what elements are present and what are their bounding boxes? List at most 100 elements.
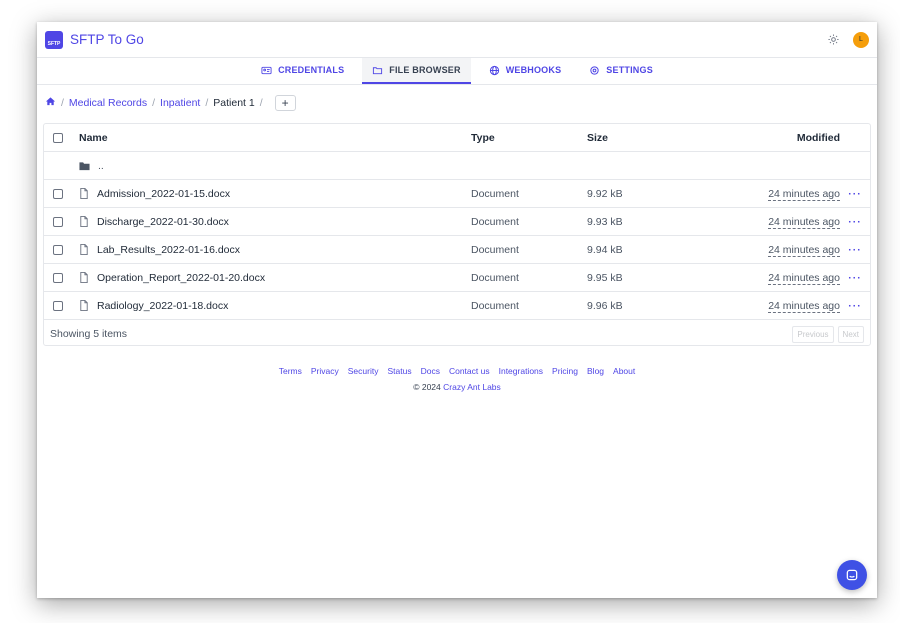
file-size: 9.96 kB	[587, 299, 623, 312]
file-modified: 24 minutes ago	[768, 271, 840, 285]
parent-directory-label: ..	[98, 159, 104, 172]
table-row[interactable]: Lab_Results_2022-01-16.docx Document 9.9…	[44, 236, 870, 264]
top-bar: SFTP SFTP To Go L	[37, 22, 877, 58]
chat-launcher-button[interactable]	[837, 560, 867, 590]
row-actions-button[interactable]: ···	[840, 300, 870, 312]
column-header-name[interactable]: Name	[79, 132, 471, 144]
document-icon	[80, 272, 88, 283]
footer-link-terms[interactable]: Terms	[279, 366, 302, 376]
select-all-checkbox[interactable]	[53, 132, 63, 143]
items-count: Showing 5 items	[50, 328, 128, 340]
file-type: Document	[471, 243, 519, 256]
table-footer: Showing 5 items Previous Next	[44, 320, 870, 348]
tab-label: CREDENTIALS	[278, 65, 345, 75]
breadcrumb-inpatient[interactable]: Inpatient	[160, 97, 200, 109]
tab-settings[interactable]: SETTINGS	[579, 58, 663, 84]
footer-link-integrations[interactable]: Integrations	[499, 366, 543, 376]
file-modified: 24 minutes ago	[768, 299, 840, 313]
parent-directory-row[interactable]: ..	[44, 152, 870, 180]
row-checkbox[interactable]	[53, 272, 63, 283]
breadcrumb-current: Patient 1	[213, 97, 255, 109]
file-modified: 24 minutes ago	[768, 215, 840, 229]
breadcrumb: / Medical Records / Inpatient / Patient …	[37, 85, 877, 121]
copyright-prefix: © 2024	[413, 382, 441, 392]
footer-link-privacy[interactable]: Privacy	[311, 366, 339, 376]
tab-file-browser[interactable]: FILE BROWSER	[362, 58, 471, 84]
tab-credentials[interactable]: CREDENTIALS	[251, 58, 354, 84]
document-icon	[80, 216, 88, 227]
file-type: Document	[471, 271, 519, 284]
gear-icon	[590, 65, 599, 75]
app-window: SFTP SFTP To Go L CREDENTIALS FILE BROWS…	[37, 22, 877, 598]
row-actions-button[interactable]: ···	[840, 272, 870, 284]
next-button[interactable]: Next	[837, 325, 864, 343]
row-checkbox[interactable]	[53, 188, 63, 199]
app-title[interactable]: SFTP To Go	[70, 32, 144, 47]
table-row[interactable]: Discharge_2022-01-30.docx Document 9.93 …	[44, 208, 870, 236]
footer-link-security[interactable]: Security	[348, 366, 379, 376]
company-link[interactable]: Crazy Ant Labs	[443, 382, 501, 392]
file-table: Name Type Size Modified .. Admission_202…	[43, 123, 871, 346]
pagination: Previous Next	[792, 325, 864, 343]
table-header: Name Type Size Modified	[44, 124, 870, 152]
document-icon	[80, 300, 88, 311]
tab-label: WEBHOOKS	[505, 65, 562, 75]
file-size: 9.92 kB	[587, 187, 623, 200]
file-name[interactable]: Operation_Report_2022-01-20.docx	[97, 272, 265, 284]
table-row[interactable]: Operation_Report_2022-01-20.docx Documen…	[44, 264, 870, 292]
app-logo[interactable]: SFTP	[45, 30, 63, 49]
file-name[interactable]: Admission_2022-01-15.docx	[97, 188, 230, 200]
copyright: © 2024 Crazy Ant Labs	[37, 382, 877, 392]
document-icon	[80, 188, 88, 199]
file-size: 9.95 kB	[587, 271, 623, 284]
breadcrumb-separator: /	[259, 97, 263, 109]
footer-links: Terms Privacy Security Status Docs Conta…	[37, 366, 877, 376]
row-checkbox[interactable]	[53, 216, 63, 227]
file-size: 9.93 kB	[587, 215, 623, 228]
file-type: Document	[471, 215, 519, 228]
row-checkbox[interactable]	[53, 300, 63, 311]
file-type: Document	[471, 299, 519, 312]
footer-link-status[interactable]: Status	[387, 366, 411, 376]
add-button[interactable]: +	[274, 95, 296, 111]
file-name[interactable]: Radiology_2022-01-18.docx	[97, 300, 228, 312]
footer-link-blog[interactable]: Blog	[587, 366, 604, 376]
column-header-type[interactable]: Type	[471, 132, 587, 144]
file-name[interactable]: Discharge_2022-01-30.docx	[97, 216, 229, 228]
file-modified: 24 minutes ago	[768, 187, 840, 201]
home-icon[interactable]	[45, 96, 56, 110]
folder-icon	[79, 161, 90, 170]
tab-webhooks[interactable]: WEBHOOKS	[479, 58, 572, 84]
tab-label: SETTINGS	[606, 65, 653, 75]
file-type: Document	[471, 187, 519, 200]
file-name[interactable]: Lab_Results_2022-01-16.docx	[97, 244, 240, 256]
globe-icon	[489, 65, 499, 75]
chat-icon	[846, 569, 858, 581]
breadcrumb-medical-records[interactable]: Medical Records	[69, 97, 147, 109]
row-checkbox[interactable]	[53, 244, 63, 255]
column-header-modified[interactable]: Modified	[707, 132, 840, 144]
logo-text: SFTP	[47, 40, 61, 47]
user-avatar[interactable]: L	[853, 31, 869, 48]
sun-icon[interactable]	[825, 32, 841, 48]
breadcrumb-separator: /	[205, 97, 209, 109]
table-row[interactable]: Radiology_2022-01-18.docx Document 9.96 …	[44, 292, 870, 320]
folder-icon	[373, 66, 383, 74]
footer-link-docs[interactable]: Docs	[421, 366, 440, 376]
breadcrumb-separator: /	[61, 97, 64, 109]
row-actions-button[interactable]: ···	[840, 216, 870, 228]
previous-button[interactable]: Previous	[792, 325, 834, 343]
row-actions-button[interactable]: ···	[840, 244, 870, 256]
footer-link-pricing[interactable]: Pricing	[552, 366, 578, 376]
breadcrumb-separator: /	[152, 97, 156, 109]
tab-label: FILE BROWSER	[389, 65, 461, 75]
footer-link-contact[interactable]: Contact us	[449, 366, 490, 376]
column-header-size[interactable]: Size	[587, 132, 707, 144]
file-modified: 24 minutes ago	[768, 243, 840, 257]
document-icon	[80, 244, 88, 255]
row-actions-button[interactable]: ···	[840, 188, 870, 200]
table-row[interactable]: Admission_2022-01-15.docx Document 9.92 …	[44, 180, 870, 208]
id-card-icon	[261, 66, 272, 74]
footer-link-about[interactable]: About	[613, 366, 635, 376]
file-size: 9.94 kB	[587, 243, 623, 256]
